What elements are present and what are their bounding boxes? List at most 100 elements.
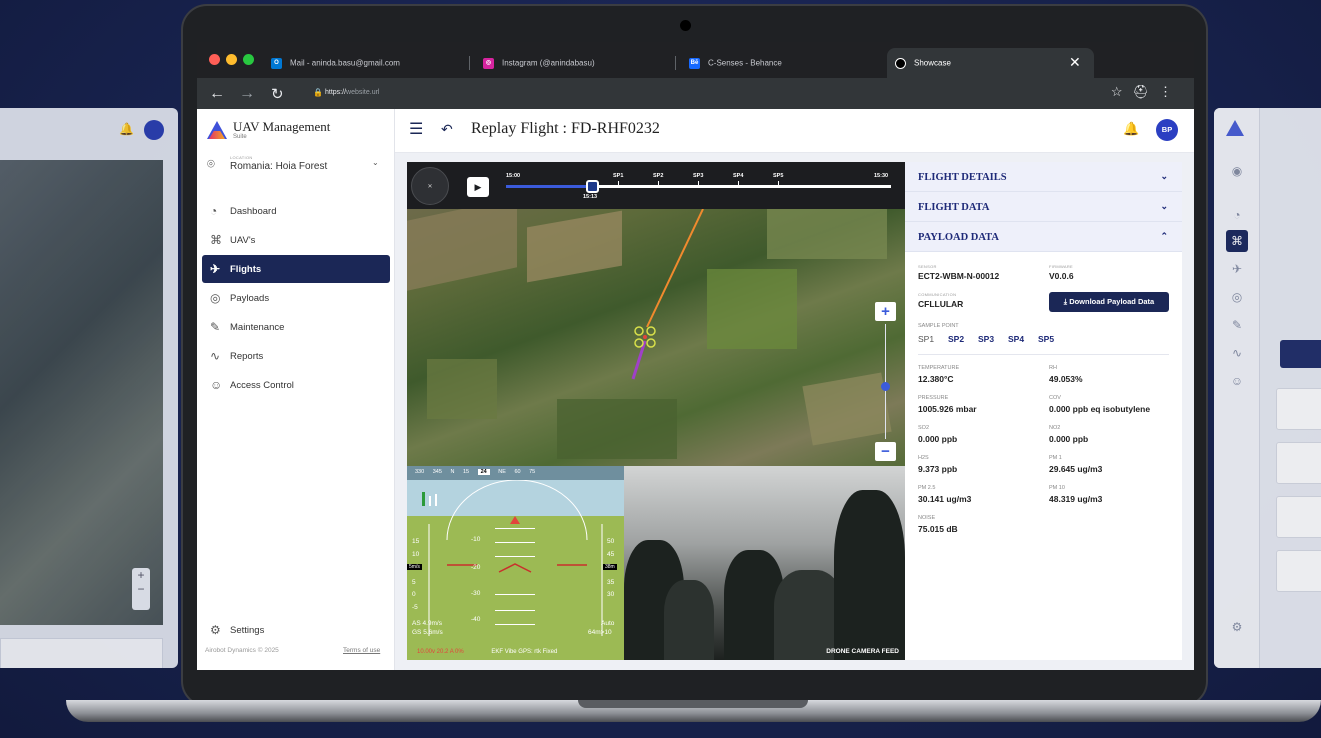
incognito-icon[interactable]: ⛑ <box>1132 84 1159 99</box>
reports-icon: ∿ <box>210 349 221 363</box>
tab-instagram[interactable]: ◎ Instagram (@anindabasu) <box>483 48 595 78</box>
reading-value: 75.015 dB <box>918 524 958 534</box>
laptop-notch <box>578 700 808 708</box>
sample-point-sp1[interactable]: SP1 <box>918 334 934 344</box>
pitch-label: -20 <box>471 564 481 571</box>
tab-mail[interactable]: O Mail - aninda.basu@gmail.com <box>271 48 400 78</box>
maintenance-icon: ✎ <box>1231 318 1243 332</box>
terms-link[interactable]: Terms of use <box>343 647 380 654</box>
battery-readout: 10.00v 20.2 A 0% <box>417 649 464 655</box>
reading-value: 12.380°C <box>918 374 954 384</box>
url-field[interactable]: 🔒 https://website.url <box>305 84 1175 103</box>
zoom-in-button[interactable]: + <box>875 302 896 321</box>
alt-scale: 45 <box>607 551 615 558</box>
ghost-card <box>1276 388 1321 430</box>
reading-value: 0.000 ppb eq isobutylene <box>1049 404 1151 414</box>
close-window-dot[interactable] <box>209 54 220 65</box>
airspeed: AS 4.9m/s <box>412 620 442 627</box>
sidebar-item-payloads[interactable]: ◎ Payloads <box>202 284 390 312</box>
ghost-card <box>1276 442 1321 484</box>
timeline-progress <box>506 185 593 188</box>
speed-scale: 10 <box>412 551 420 558</box>
reading-label: PM 10 <box>1049 485 1065 491</box>
camera-label: DRONE CAMERA FEED <box>826 648 899 655</box>
zoom-out-button[interactable]: − <box>875 442 896 461</box>
location-select[interactable]: Romania: Hoia Forest <box>230 161 327 172</box>
sidebar-item-uavs[interactable]: ⌘ UAV's <box>202 226 390 254</box>
maximize-window-dot[interactable] <box>243 54 254 65</box>
accordion-title: FLIGHT DATA <box>918 202 990 213</box>
accordion-title: PAYLOAD DATA <box>918 232 999 243</box>
accordion-payload-data[interactable]: PAYLOAD DATA ⌃ <box>905 222 1182 252</box>
firmware-value: V0.0.6 <box>1049 271 1074 281</box>
back-icon[interactable]: ← <box>209 85 225 103</box>
reload-icon[interactable]: ↻ <box>271 85 284 103</box>
forward-icon[interactable]: → <box>239 85 255 103</box>
compass-icon: ✕ <box>411 167 449 205</box>
sidebar-item-settings[interactable]: ⚙ Settings <box>202 616 390 644</box>
accordion-flight-data[interactable]: FLIGHT DATA ⌄ <box>905 192 1182 222</box>
comm-label: COMMUNICATION <box>918 292 957 297</box>
sidebar-item-label: Payloads <box>230 293 270 304</box>
alt-scale: 30 <box>607 591 615 598</box>
reading-label: COV <box>1049 395 1061 401</box>
tab-behance[interactable]: Bē C-Senses - Behance <box>689 48 782 78</box>
tab-showcase[interactable]: Showcase ✕ <box>887 48 1094 78</box>
download-payload-button[interactable]: ⤓ Download Payload Data <box>1049 292 1169 312</box>
menu-dots-icon[interactable]: ⋮ <box>1159 84 1182 99</box>
reading-label: PM 2.5 <box>918 485 936 491</box>
tab-separator <box>469 56 470 70</box>
laptop-base <box>66 700 1321 722</box>
dashboard-icon: ◔ <box>1233 208 1241 222</box>
reading-value: 29.645 ug/m3 <box>1049 464 1103 474</box>
sidebar-item-reports[interactable]: ∿ Reports <box>202 342 390 370</box>
sample-point-sp4[interactable]: SP4 <box>1008 334 1024 344</box>
tab-label: C-Senses - Behance <box>708 58 782 68</box>
timeline-handle[interactable] <box>586 180 599 193</box>
play-button[interactable]: ▶ <box>467 177 489 197</box>
zoom-control: + − <box>132 568 150 610</box>
chevron-down-icon[interactable]: ⌄ <box>372 158 379 167</box>
tab-separator <box>675 56 676 70</box>
url-host: website.url <box>346 89 380 96</box>
sidebar-item-label: Maintenance <box>230 322 285 333</box>
header: ☰ ↶ Replay Flight : FD-RHF0232 🔔 BP <box>395 109 1194 153</box>
timeline[interactable] <box>506 180 891 193</box>
sample-point-sp3[interactable]: SP3 <box>978 334 994 344</box>
back-arrow-icon[interactable]: ↶ <box>441 121 453 138</box>
firmware-label: FIRMWARE <box>1049 264 1074 269</box>
menu-toggle-icon[interactable]: ☰ <box>409 119 423 139</box>
satellite-map[interactable]: + − <box>407 209 905 466</box>
sidebar-item-maintenance[interactable]: ✎ Maintenance <box>202 313 390 341</box>
zoom-handle[interactable] <box>881 382 890 391</box>
accordion-flight-details[interactable]: FLIGHT DETAILS ⌄ <box>905 162 1182 192</box>
reading-label: RH <box>1049 365 1057 371</box>
alt-scale: 50 <box>607 538 615 545</box>
timeline-tick <box>618 181 619 185</box>
close-tab-icon[interactable]: ✕ <box>1069 54 1081 71</box>
minimize-window-dot[interactable] <box>226 54 237 65</box>
location-label: LOCATION <box>230 155 253 160</box>
hud-status-bar: 10.00v 20.2 A 0% EKF Vibe GPS: rtk Fixed <box>407 646 624 660</box>
avatar[interactable]: BP <box>1156 119 1178 141</box>
sidebar-item-dashboard[interactable]: ◔ Dashboard <box>202 197 390 225</box>
sample-point-sp2[interactable]: SP2 <box>948 334 964 344</box>
sidebar-item-label: Flights <box>230 264 262 275</box>
reading-value: 48.319 ug/m3 <box>1049 494 1103 504</box>
location-icon: ◉ <box>1231 164 1243 178</box>
star-icon[interactable]: ☆ <box>1111 84 1133 99</box>
bell-icon[interactable]: 🔔 <box>1123 121 1139 137</box>
avatar <box>144 120 164 140</box>
flight-mode: Auto <box>601 620 615 627</box>
reading-label: H2S <box>918 455 929 461</box>
reading-label: TEMPERATURE <box>918 365 960 371</box>
comm-value: CFLLULAR <box>918 299 964 309</box>
reading-label: NO2 <box>1049 425 1061 431</box>
sample-point-sp5[interactable]: SP5 <box>1038 334 1054 344</box>
timeline-point: SP3 <box>693 173 704 179</box>
flights-icon: ✈ <box>1231 262 1243 276</box>
address-bar-row: ← → ↻ 🔒 https://website.url ☆⛑⋮ <box>197 78 1194 109</box>
sidebar-item-flights[interactable]: ✈ Flights <box>202 255 390 283</box>
sidebar-item-access-control[interactable]: ☺ Access Control <box>202 371 390 399</box>
tree-silhouette <box>664 580 714 660</box>
